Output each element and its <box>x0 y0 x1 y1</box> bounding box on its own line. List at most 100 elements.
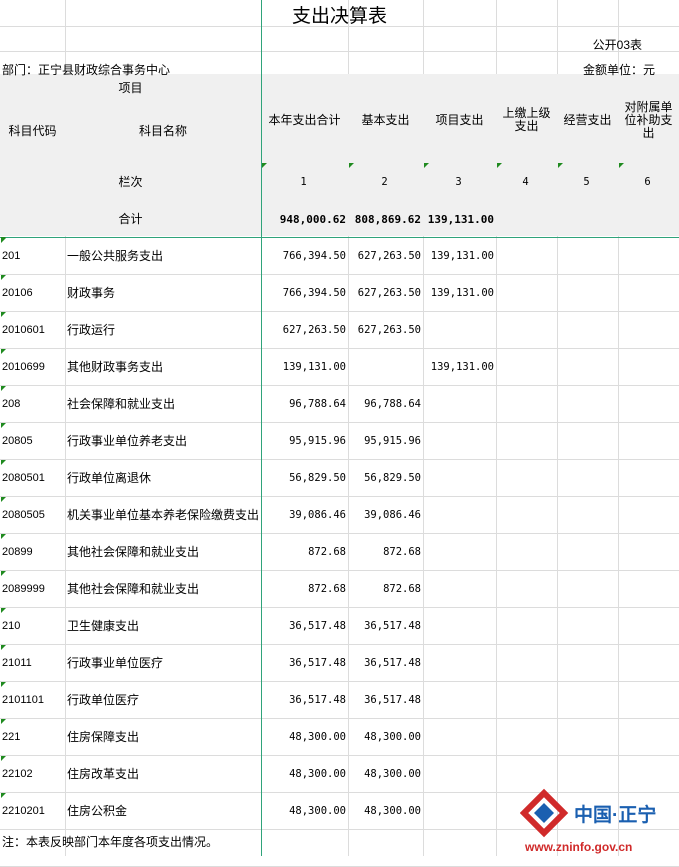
department-label: 部门：正宁县财政综合事务中心 <box>2 62 171 77</box>
cell-comment-marker <box>262 163 267 168</box>
row-name: 行政事业单位医疗 <box>67 655 164 670</box>
row-value-2: 36,517.48 <box>364 656 421 669</box>
row-value-1: 48,300.00 <box>289 767 346 780</box>
row-code: 20899 <box>2 545 33 558</box>
row-value-1: 48,300.00 <box>289 730 346 743</box>
row-value-3 <box>423 386 496 422</box>
row-name: 其他财政事务支出 <box>67 359 164 374</box>
table-row: 20899 其他社会保障和就业支出 872.68 872.68 <box>0 534 679 570</box>
row-value-2: 56,829.50 <box>364 471 421 484</box>
header-col-project: 项目支出 <box>435 112 484 127</box>
row-value-3 <box>423 645 496 681</box>
row-name: 行政事业单位养老支出 <box>67 433 188 448</box>
table-row: 2010699 其他财政事务支出 139,131.00 139,131.00 <box>0 349 679 385</box>
row-code: 2010699 <box>2 360 45 373</box>
cell-comment-marker <box>349 163 354 168</box>
row-value-3 <box>423 571 496 607</box>
row-value-3 <box>423 719 496 755</box>
row-value-1: 56,829.50 <box>289 471 346 484</box>
row-code: 201 <box>2 249 21 262</box>
header-col-total: 本年支出合计 <box>268 112 341 127</box>
total-value-1: 948,000.62 <box>279 212 346 226</box>
row-name: 行政单位离退休 <box>67 470 152 485</box>
row-code: 2101101 <box>2 693 45 706</box>
row-name: 其他社会保障和就业支出 <box>67 581 200 596</box>
header-project: 项目 <box>118 80 143 95</box>
table-row: 2089999 其他社会保障和就业支出 872.68 872.68 <box>0 571 679 607</box>
row-value-1: 48,300.00 <box>289 804 346 817</box>
row-value-1: 36,517.48 <box>289 619 346 632</box>
row-value-2: 627,263.50 <box>357 286 421 299</box>
table-row: 201 一般公共服务支出 766,394.50 627,263.50 139,131.0… <box>0 238 679 274</box>
table-row: 2080501 行政单位离退休 56,829.50 56,829.50 <box>0 460 679 496</box>
row-value-1: 96,788.64 <box>289 397 346 410</box>
row-name: 行政运行 <box>67 322 116 337</box>
row-code: 2010601 <box>2 323 45 336</box>
header-col-upper: 上缴上级支出 <box>502 106 551 133</box>
row-value-2 <box>348 349 423 385</box>
row-value-1: 872.68 <box>308 582 346 595</box>
row-value-3: 139,131.00 <box>430 360 494 373</box>
unit-label: 金额单位：元 <box>582 62 655 77</box>
row-value-2: 872.68 <box>383 582 421 595</box>
table-row: 2101101 行政单位医疗 36,517.48 36,517.48 <box>0 682 679 718</box>
cell-comment-marker <box>558 163 563 168</box>
table-row: 221 住房保障支出 48,300.00 48,300.00 <box>0 719 679 755</box>
row-value-2: 36,517.48 <box>364 619 421 632</box>
row-name: 财政事务 <box>67 285 116 300</box>
table-row: 2010601 行政运行 627,263.50 627,263.50 <box>0 312 679 348</box>
header-col-subsidiary: 对附属单位补助支出 <box>624 99 673 140</box>
row-value-2: 96,788.64 <box>364 397 421 410</box>
page-title: 支出决算表 <box>291 6 387 27</box>
table-number: 公开03表 <box>592 37 642 52</box>
table-row: 2080505 机关事业单位基本养老保险缴费支出 39,086.46 39,086.4… <box>0 497 679 533</box>
row-name: 其他社会保障和就业支出 <box>67 544 200 559</box>
index-6: 6 <box>644 175 651 188</box>
row-value-1: 36,517.48 <box>289 656 346 669</box>
row-value-3 <box>423 423 496 459</box>
header-name: 科目名称 <box>138 123 187 138</box>
row-value-2: 627,263.50 <box>357 323 421 336</box>
index-label: 栏次 <box>118 174 143 189</box>
row-value-2: 39,086.46 <box>364 508 421 521</box>
total-value-2: 808,869.62 <box>354 212 421 226</box>
row-value-3 <box>423 608 496 644</box>
row-value-2: 95,915.96 <box>364 434 421 447</box>
row-code: 20106 <box>2 286 33 299</box>
row-value-1: 139,131.00 <box>282 360 346 373</box>
row-value-3 <box>423 534 496 570</box>
row-name: 社会保障和就业支出 <box>67 396 176 411</box>
row-value-2: 48,300.00 <box>364 767 421 780</box>
row-name: 一般公共服务支出 <box>67 248 164 263</box>
row-value-2: 48,300.00 <box>364 730 421 743</box>
row-code: 2080501 <box>2 471 45 484</box>
table-row: 208 社会保障和就业支出 96,788.64 96,788.64 <box>0 386 679 422</box>
row-value-2: 48,300.00 <box>364 804 421 817</box>
row-value-2: 627,263.50 <box>357 249 421 262</box>
index-1: 1 <box>300 175 307 188</box>
cell-comment-marker <box>424 163 429 168</box>
table-row: 21011 行政事业单位医疗 36,517.48 36,517.48 <box>0 645 679 681</box>
table-row: 20805 行政事业单位养老支出 95,915.96 95,915.96 <box>0 423 679 459</box>
row-value-3 <box>423 497 496 533</box>
table-row: 210 卫生健康支出 36,517.48 36,517.48 <box>0 608 679 644</box>
cell-comment-marker <box>1 237 6 242</box>
cell-comment-marker <box>619 163 624 168</box>
row-value-2: 872.68 <box>383 545 421 558</box>
row-value-1: 36,517.48 <box>289 693 346 706</box>
row-value-1: 39,086.46 <box>289 508 346 521</box>
row-name: 卫生健康支出 <box>67 618 140 633</box>
row-name: 住房保障支出 <box>67 729 140 744</box>
row-value-3 <box>423 793 496 829</box>
row-value-1: 766,394.50 <box>282 249 346 262</box>
row-value-3: 139,131.00 <box>430 286 494 299</box>
row-code: 2080505 <box>2 508 45 521</box>
logo-brand-text: 中国·正宁 <box>574 803 656 826</box>
row-value-1: 872.68 <box>308 545 346 558</box>
row-value-3 <box>423 460 496 496</box>
row-value-1: 627,263.50 <box>282 323 346 336</box>
cell-comment-marker <box>497 163 502 168</box>
logo-url-text: www.zninfo.gov.cn <box>524 840 632 854</box>
index-2: 2 <box>381 175 388 188</box>
index-4: 4 <box>522 175 529 188</box>
